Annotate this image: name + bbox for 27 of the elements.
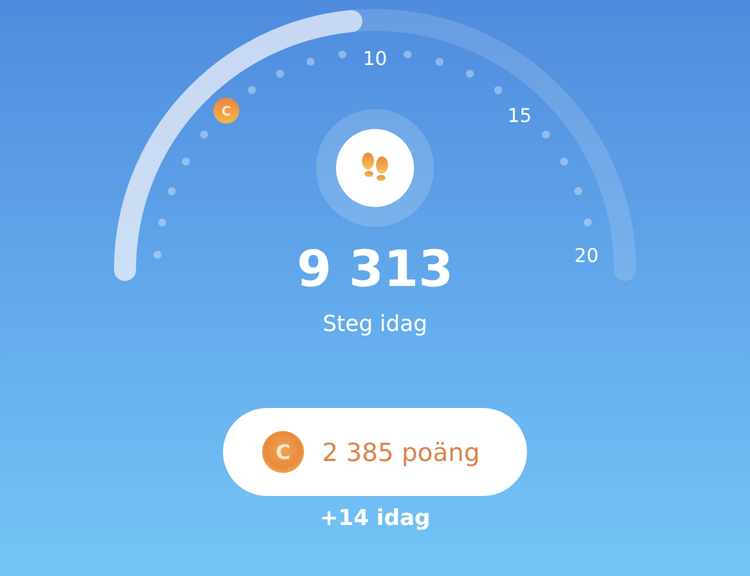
scale-dot	[248, 86, 256, 94]
scale-label: 20	[574, 245, 599, 268]
points-today: +14 idag	[320, 506, 430, 531]
scale-label: 15	[508, 104, 532, 127]
scale-dot	[154, 250, 162, 259]
scale-dot	[200, 130, 208, 139]
scale-dot	[338, 50, 346, 58]
scale-dot	[584, 218, 592, 226]
scale-dot	[574, 187, 582, 196]
coin-icon: C	[262, 431, 304, 473]
scale-dot	[560, 158, 568, 166]
footprints-icon	[316, 109, 434, 227]
scale-dot	[435, 58, 444, 66]
scale-dot	[276, 70, 284, 78]
scale-dot	[158, 218, 166, 226]
scale-dot	[168, 187, 176, 196]
coin-icon: C	[213, 98, 240, 124]
scale-dot	[542, 130, 550, 139]
scale-dot	[494, 86, 502, 94]
scale-dot	[306, 58, 315, 66]
scale-dot	[182, 158, 190, 166]
scale-dot	[466, 70, 474, 78]
steps-label: Steg idag	[322, 311, 428, 339]
step-count: 9 313	[296, 239, 454, 299]
scale-label: 10	[362, 48, 388, 70]
points-value: 2 385 poäng	[322, 438, 480, 466]
scale-dot	[404, 50, 412, 58]
